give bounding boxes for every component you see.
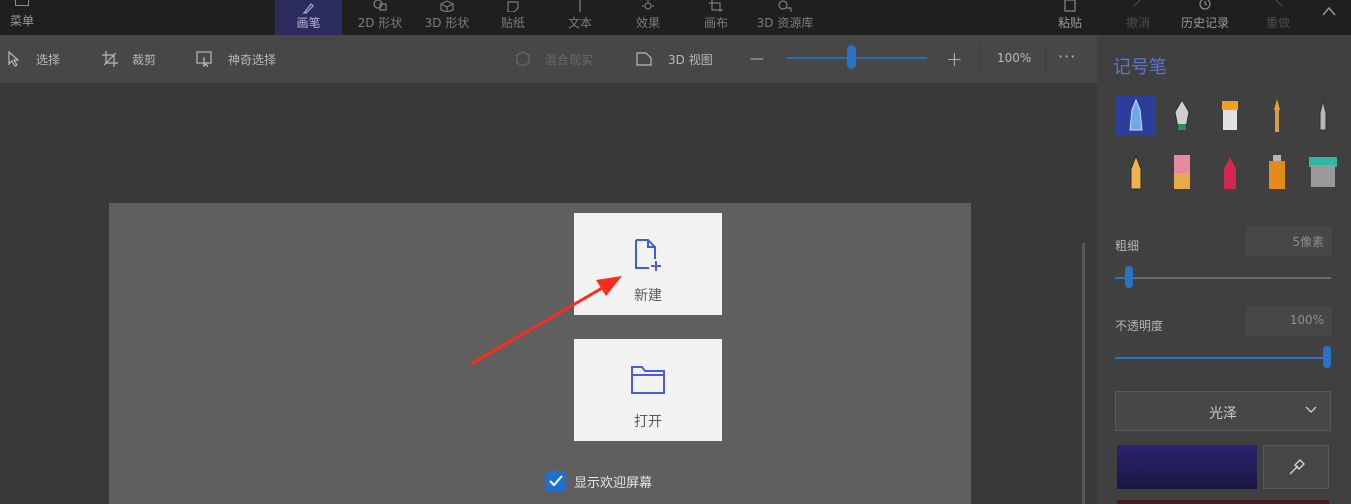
finish-dropdown[interactable]: 光泽 (1115, 391, 1331, 431)
spray-can-icon (1269, 155, 1285, 189)
brush-eraser[interactable] (1162, 153, 1202, 193)
fill-icon (1309, 157, 1337, 187)
brush-marker[interactable] (1116, 96, 1156, 136)
brush-pencil[interactable] (1116, 153, 1156, 193)
pixel-pen-icon (1319, 100, 1327, 131)
eyedropper-icon (1289, 459, 1305, 475)
opacity-label: 不透明度 (1115, 319, 1164, 333)
finish-value: 光泽 (1209, 406, 1237, 422)
brush-fill[interactable] (1303, 153, 1343, 193)
calligraphy-pen-icon (1174, 99, 1190, 130)
brush-oil[interactable] (1210, 96, 1250, 136)
panel-title: 记号笔 (1113, 57, 1167, 78)
brush-watercolor[interactable] (1257, 96, 1297, 136)
brush-calligraphy[interactable] (1162, 96, 1202, 136)
eyedropper-button[interactable] (1263, 445, 1329, 489)
color-palette-edge (1117, 500, 1329, 504)
opacity-slider-thumb[interactable] (1323, 346, 1331, 368)
thickness-slider-track[interactable] (1115, 277, 1331, 279)
thickness-input[interactable]: 5像素 (1246, 226, 1332, 256)
opacity-input[interactable]: 100% (1246, 306, 1332, 336)
crayon-icon (1224, 157, 1236, 189)
oil-brush-icon (1222, 101, 1238, 130)
marker-icon (1129, 98, 1143, 131)
brush-pixel-pen[interactable] (1303, 96, 1343, 136)
paint-3d-window: 菜单 画笔 2D 形状 3D 形状 贴纸 文本 效果 画布 3D 资源库 粘贴 … (0, 0, 1351, 504)
thickness-label: 粗细 (1115, 239, 1140, 253)
eraser-icon (1174, 155, 1190, 189)
brush-crayon[interactable] (1210, 153, 1250, 193)
opacity-slider-track[interactable] (1115, 357, 1331, 359)
thickness-slider-thumb[interactable] (1125, 266, 1134, 288)
brush-spray[interactable] (1257, 153, 1297, 193)
color-swatch[interactable] (1117, 445, 1257, 489)
watercolor-icon (1274, 99, 1280, 132)
pencil-icon (1130, 154, 1142, 190)
chevron-down-icon (1305, 406, 1317, 413)
brush-panel: 记号笔 粗细 5像素 不透明度 100% 光泽 (1097, 35, 1351, 504)
